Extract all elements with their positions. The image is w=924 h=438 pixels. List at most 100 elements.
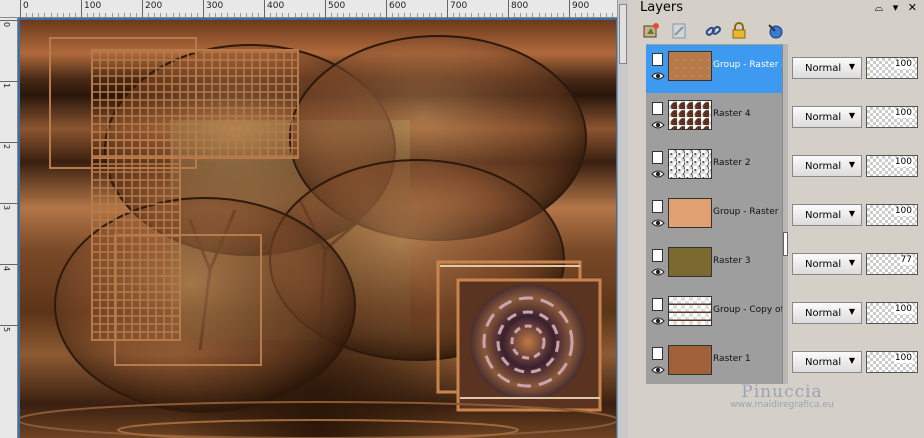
ruler-minor-tick bbox=[318, 13, 320, 17]
blend-mode-select[interactable]: Normal ▼ bbox=[792, 106, 862, 128]
ruler-minor-tick bbox=[465, 13, 467, 17]
ruler-minor-tick bbox=[111, 13, 113, 17]
blend-mode-select[interactable]: Normal ▼ bbox=[792, 57, 862, 79]
ruler-minor-tick bbox=[245, 13, 247, 17]
blend-mode-label: Normal bbox=[805, 308, 842, 319]
opacity-field[interactable]: 100 bbox=[866, 106, 918, 128]
eye-icon[interactable] bbox=[651, 120, 665, 130]
blend-mode-select[interactable]: Normal ▼ bbox=[792, 302, 862, 324]
ruler-minor-tick bbox=[62, 13, 64, 17]
ruler-minor-tick bbox=[337, 13, 339, 17]
blend-mode-select[interactable]: Normal ▼ bbox=[792, 351, 862, 373]
layer-name[interactable]: Raster 1 bbox=[713, 354, 782, 364]
ruler-label: 0 bbox=[2, 22, 11, 28]
opacity-field[interactable]: 100 bbox=[866, 351, 918, 373]
layer-name[interactable]: Raster 3 bbox=[713, 256, 782, 266]
ruler-minor-tick bbox=[166, 13, 168, 17]
canvas-scrollbar[interactable] bbox=[617, 0, 628, 438]
eye-icon[interactable] bbox=[651, 169, 665, 179]
ruler-tick-top: 0 bbox=[20, 0, 29, 18]
opacity-value: 100 bbox=[893, 157, 913, 167]
eye-icon[interactable] bbox=[651, 218, 665, 228]
layer-name[interactable]: Group - Raster 2 bbox=[713, 207, 782, 217]
ruler-minor-tick bbox=[373, 13, 375, 17]
ruler-minor-tick bbox=[99, 13, 101, 17]
ruler-minor-tick bbox=[68, 13, 70, 17]
opacity-field[interactable]: 100 bbox=[866, 204, 918, 226]
blend-mode-select[interactable]: Normal ▼ bbox=[792, 204, 862, 226]
ruler-tick-top: 600 bbox=[386, 0, 406, 18]
layer-type-icon bbox=[652, 151, 663, 164]
ruler-minor-tick bbox=[434, 13, 436, 17]
ruler-tick-top: 100 bbox=[81, 0, 101, 18]
layer-thumbnail bbox=[668, 296, 712, 326]
blend-mode-label: Normal bbox=[805, 259, 842, 270]
ruler-minor-tick bbox=[611, 13, 613, 17]
eye-icon[interactable] bbox=[651, 316, 665, 326]
layer-name[interactable]: Group - Copy of bbox=[713, 305, 782, 315]
layer-name[interactable]: Raster 2 bbox=[713, 158, 782, 168]
ruler-minor-tick bbox=[288, 13, 290, 17]
blend-mode-select[interactable]: Normal ▼ bbox=[792, 253, 862, 275]
ruler-minor-tick bbox=[50, 13, 52, 17]
ruler-minor-tick bbox=[398, 13, 400, 17]
ruler-tick-left: 2 bbox=[0, 142, 18, 149]
layer-row[interactable]: Raster 3 bbox=[646, 241, 782, 289]
eye-icon[interactable] bbox=[651, 267, 665, 277]
layer-list-splitter[interactable] bbox=[782, 44, 788, 384]
ruler-label: 700 bbox=[450, 1, 468, 11]
lock-icon[interactable] bbox=[730, 22, 748, 40]
opacity-value: 100 bbox=[893, 206, 913, 216]
layer-row[interactable]: Group - Copy of bbox=[646, 290, 782, 338]
layer-thumbnail bbox=[668, 149, 712, 179]
layer-name[interactable]: Raster 4 bbox=[713, 109, 782, 119]
ruler-minor-tick bbox=[392, 13, 394, 17]
scrollbar-thumb[interactable] bbox=[619, 4, 627, 64]
layer-thumbnail bbox=[668, 247, 712, 277]
ruler-minor-tick bbox=[56, 13, 58, 17]
splitter-arrow-icon[interactable] bbox=[783, 232, 788, 256]
ruler-label: 3 bbox=[2, 205, 11, 211]
opacity-value: 100 bbox=[893, 59, 913, 69]
ruler-minor-tick bbox=[532, 13, 534, 17]
ruler-minor-tick bbox=[520, 13, 522, 17]
ruler-minor-tick bbox=[599, 13, 601, 17]
layer-row[interactable]: Group - Raster 4 bbox=[646, 45, 782, 93]
watermark-name: Pinuccia bbox=[741, 382, 823, 402]
canvas-pane[interactable]: 0 100 200 300 400 500 600 700 800 900 0 1 2 3 4 5 bbox=[0, 0, 628, 438]
eye-icon[interactable] bbox=[651, 365, 665, 375]
layer-row[interactable]: Raster 1 bbox=[646, 339, 782, 387]
chevron-down-icon: ▼ bbox=[848, 111, 855, 120]
new-raster-layer-icon[interactable] bbox=[642, 22, 660, 40]
ruler-minor-tick bbox=[276, 13, 278, 17]
link-icon[interactable] bbox=[704, 22, 722, 40]
ruler-tick-left: 4 bbox=[0, 264, 18, 271]
opacity-field[interactable]: 77 bbox=[866, 253, 918, 275]
opacity-field[interactable]: 100 bbox=[866, 302, 918, 324]
ruler-label: 900 bbox=[572, 1, 590, 11]
eye-icon[interactable] bbox=[651, 71, 665, 81]
blend-mode-select[interactable]: Normal ▼ bbox=[792, 155, 862, 177]
opacity-field[interactable]: 100 bbox=[866, 155, 918, 177]
ruler-tick-top: 300 bbox=[203, 0, 223, 18]
layer-row[interactable]: Raster 2 bbox=[646, 143, 782, 191]
layer-name[interactable]: Group - Raster 4 bbox=[713, 60, 782, 70]
blend-mode-label: Normal bbox=[805, 357, 842, 368]
ruler-minor-tick bbox=[129, 13, 131, 17]
layer-row[interactable]: Group - Raster 2 bbox=[646, 192, 782, 240]
opacity-field[interactable]: 100 bbox=[866, 57, 918, 79]
ruler-minor-tick bbox=[172, 13, 174, 17]
palette-window-controls[interactable]: ⌓ ▾ ✕ bbox=[875, 1, 920, 15]
ruler-label: 400 bbox=[267, 1, 285, 11]
spiral-disc bbox=[470, 284, 586, 400]
ruler-label: 500 bbox=[328, 1, 346, 11]
ruler-minor-tick bbox=[26, 13, 28, 17]
image-canvas[interactable] bbox=[20, 20, 616, 438]
layer-thumbnail bbox=[668, 51, 712, 81]
ruler-label: 100 bbox=[84, 1, 102, 11]
new-mask-icon[interactable] bbox=[670, 22, 688, 40]
layer-row[interactable]: Raster 4 bbox=[646, 94, 782, 142]
ruler-minor-tick bbox=[331, 13, 333, 17]
watermark-url: www.maidiregrafica.eu bbox=[730, 400, 834, 410]
palette-icon[interactable] bbox=[766, 22, 784, 40]
